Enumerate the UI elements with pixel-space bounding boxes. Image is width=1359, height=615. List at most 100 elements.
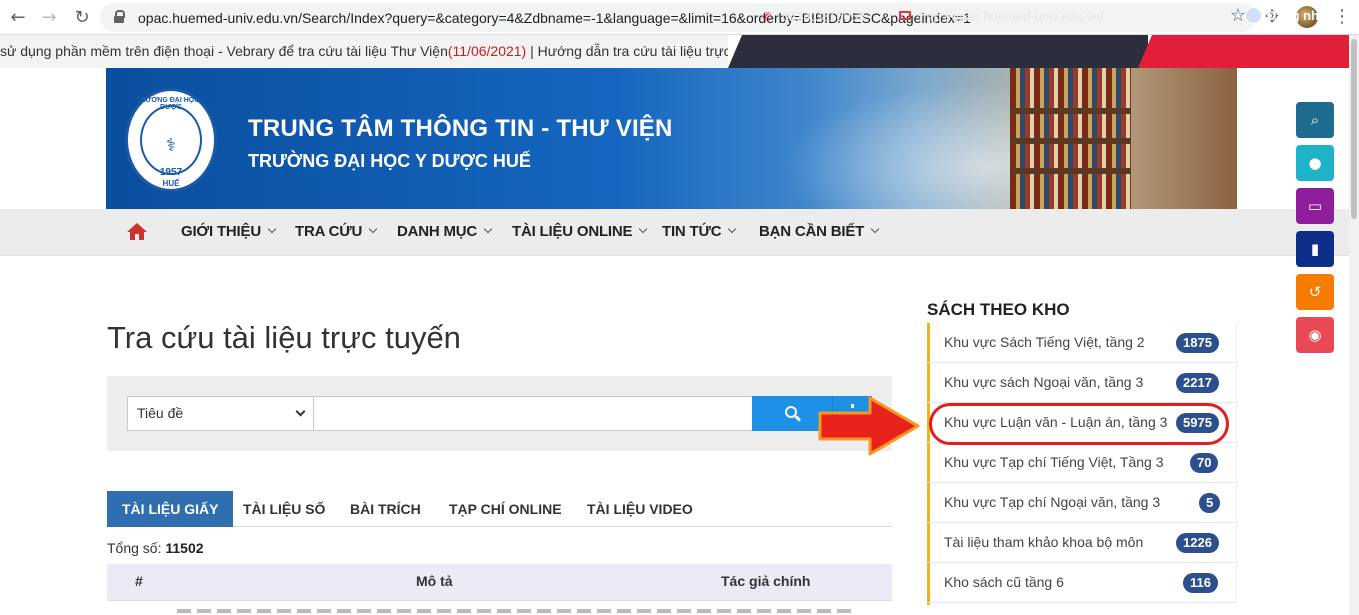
contact-strip	[728, 35, 1148, 68]
marquee-text[interactable]: sử dụng phần mềm trên điện thoại - Vebra…	[0, 43, 448, 59]
card-icon: ▭	[1307, 197, 1323, 215]
nav-label: TIN TỨC	[662, 223, 722, 240]
fab-card[interactable]: ▭	[1296, 188, 1334, 224]
nav-label: BẠN CẦN BIẾT	[759, 223, 865, 240]
count-badge: 1875	[1176, 333, 1219, 353]
sidebar-title: SÁCH THEO KHO	[927, 300, 1070, 319]
column-index: #	[135, 573, 143, 589]
sidebar-item[interactable]: Kho sách cũ tầng 6 116	[927, 563, 1237, 603]
fab-history[interactable]: ↺	[1296, 274, 1334, 310]
chevron-down-icon	[295, 406, 306, 417]
nav-ban-can-biet[interactable]: BẠN CẦN BIẾT	[759, 223, 880, 240]
chevron-down-icon	[728, 224, 737, 234]
search-icon: ⌕	[1310, 111, 1320, 129]
university-logo[interactable]: TRƯỜNG ĐẠI HỌC Y DƯỢC ⚕ 1957 HUẾ	[125, 88, 217, 192]
item-label: Khu vực Sách Tiếng Việt, tầng 2	[944, 334, 1145, 350]
search-icon	[785, 406, 797, 418]
logo-year: 1957	[159, 167, 183, 178]
sidebar-item[interactable]: Khu vực sách Ngoại văn, tầng 3 2217	[927, 363, 1237, 403]
chevron-down-icon	[639, 224, 648, 234]
item-label: Khu vực sách Ngoại văn, tầng 3	[944, 374, 1144, 390]
tab-tai-lieu-so[interactable]: TÀI LIỆU SỐ	[243, 491, 325, 527]
highlight-ring-annotation	[929, 403, 1229, 445]
user-avatar-icon[interactable]	[1245, 7, 1262, 24]
count-badge: 1226	[1176, 533, 1219, 553]
item-label: Kho sách cũ tầng 6	[944, 574, 1064, 590]
marquee-date: (11/06/2021)	[447, 43, 527, 59]
site-subtitle[interactable]: TRƯỜNG ĐẠI HỌC Y DƯỢC HUẾ	[248, 151, 531, 172]
history-icon: ↺	[1308, 283, 1322, 301]
chevron-down-icon	[267, 224, 277, 234]
shelf-divider	[1010, 138, 1131, 144]
table-row[interactable]	[107, 600, 892, 615]
tab-tap-chi-online[interactable]: TẠP CHÍ ONLINE	[449, 491, 562, 527]
browser-toolbar: ← → ↻ opac.huemed-univ.edu.vn/Search/Ind…	[0, 0, 1359, 35]
tab-tai-lieu-giay[interactable]: TÀI LIỆU GIẤY	[107, 491, 234, 527]
phone-number: 0234.3816063	[782, 9, 866, 24]
nav-tin-tuc[interactable]: TIN TỨC	[662, 223, 737, 240]
nav-label: TÀI LIỆU ONLINE	[512, 223, 633, 240]
sidebar-item[interactable]: Khu vực Tạp chí Tiếng Việt, Tầng 3 70	[927, 443, 1237, 483]
nav-tra-cuu[interactable]: TRA CỨU	[295, 223, 378, 240]
item-label: Khu vực Tạp chí Tiếng Việt, Tầng 3	[944, 454, 1164, 470]
chevron-down-icon	[870, 224, 880, 234]
forward-arrow-icon[interactable]: →	[37, 6, 61, 30]
count-badge: 2217	[1176, 373, 1219, 393]
monitor-icon	[899, 11, 911, 20]
column-description: Mô tả	[416, 573, 453, 589]
total-count: Tổng số: 11502	[107, 540, 204, 556]
nav-danh-muc[interactable]: DANH MỤC	[397, 223, 493, 240]
sidebar-item[interactable]: Tài liệu tham khảo khoa bộ môn 1226	[927, 523, 1237, 563]
marquee-text-2[interactable]: | Hướng dẫn tra cứu tài liệu trực	[526, 43, 728, 59]
login-strip	[1138, 35, 1359, 68]
book-icon: ▮	[1310, 240, 1320, 258]
nav-label: DANH MỤC	[397, 223, 478, 240]
tab-tai-lieu-video[interactable]: TÀI LIỆU VIDEO	[587, 491, 693, 527]
phone-icon: ✆	[762, 10, 773, 24]
page-title: Tra cứu tài liệu trực tuyến	[107, 320, 461, 355]
scrollbar-thumb[interactable]	[1351, 39, 1357, 219]
count-badge: 5	[1199, 493, 1221, 513]
shelf-divider	[1010, 108, 1131, 114]
search-input[interactable]	[313, 396, 753, 431]
logo-city: HUẾ	[162, 179, 180, 188]
chevron-down-icon	[368, 224, 378, 234]
top-info-bar: sử dụng phần mềm trên điện thoại - Vebra…	[0, 35, 1359, 68]
shelf-divider	[1010, 168, 1131, 174]
caduceus-icon: ⚕	[166, 135, 176, 156]
nav-label: GIỚI THIỆU	[181, 223, 261, 240]
row-text-cropped	[177, 609, 857, 613]
nav-gioi-thieu[interactable]: GIỚI THIỆU	[181, 223, 277, 240]
count-badge: 116	[1183, 573, 1218, 593]
red-arrow-annotation	[818, 396, 920, 456]
sidebar-item[interactable]: Khu vực Tạp chí Ngoại văn, tầng 3 5	[927, 483, 1237, 523]
fab-user[interactable]: ●	[1296, 145, 1334, 181]
page-scrollbar[interactable]	[1349, 35, 1359, 615]
item-label: Tài liệu tham khảo khoa bộ môn	[944, 534, 1144, 550]
user-icon: ●	[1308, 154, 1322, 172]
item-label: Khu vực Tạp chí Ngoại văn, tầng 3	[944, 494, 1161, 510]
chat-icon: ◉	[1308, 326, 1322, 344]
bookmark-star-icon[interactable]: ☆	[1230, 5, 1246, 26]
login-link[interactable]: Đăng nhập	[1267, 8, 1334, 23]
reload-icon[interactable]: ↻	[70, 6, 94, 30]
arrow-shape	[818, 396, 920, 456]
lock-icon[interactable]	[114, 10, 125, 23]
total-label: Tổng số:	[107, 540, 162, 556]
nav-label: TRA CỨU	[295, 223, 363, 240]
search-field-select[interactable]: Tiêu đề	[127, 396, 314, 431]
back-arrow-icon[interactable]: ←	[6, 6, 30, 30]
website-link[interactable]: http://opac.huemed-univ.edu.vn/	[919, 9, 1104, 24]
fab-book[interactable]: ▮	[1296, 231, 1334, 267]
sidebar-item[interactable]: Khu vực Sách Tiếng Việt, tầng 2 1875	[927, 323, 1237, 363]
column-author: Tác giả chính	[721, 573, 811, 589]
nav-tai-lieu-online[interactable]: TÀI LIỆU ONLINE	[512, 223, 648, 240]
news-marquee[interactable]: sử dụng phần mềm trên điện thoại - Vebra…	[0, 35, 728, 68]
site-title[interactable]: TRUNG TÂM THÔNG TIN - THƯ VIỆN	[248, 115, 673, 143]
browser-menu-icon[interactable]: ⋮	[1333, 6, 1351, 27]
home-icon[interactable]	[127, 223, 147, 241]
tab-bai-trich[interactable]: BÀI TRÍCH	[350, 491, 421, 527]
home-door	[135, 234, 139, 240]
fab-search[interactable]: ⌕	[1296, 102, 1334, 138]
fab-chat[interactable]: ◉	[1296, 317, 1334, 353]
